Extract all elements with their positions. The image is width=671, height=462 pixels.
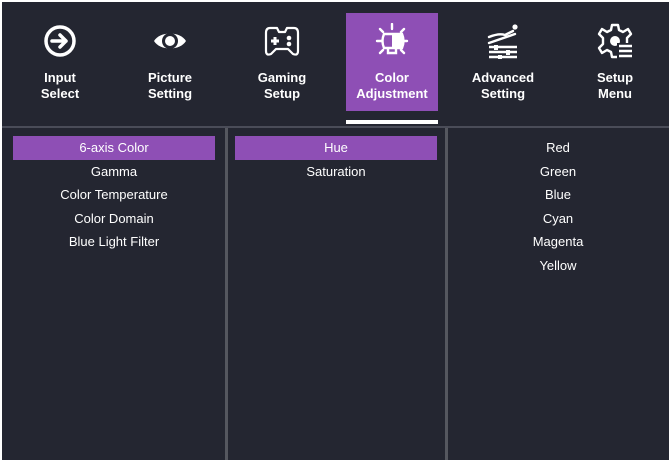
tab-setup-menu[interactable]: Setup Menu <box>569 13 661 111</box>
menu-item-6-axis-color[interactable]: 6-axis Color <box>13 136 215 160</box>
option-yellow[interactable]: Yellow <box>457 254 659 278</box>
tab-input-select[interactable]: Input Select <box>14 13 106 111</box>
menu-item-gamma[interactable]: Gamma <box>13 160 215 184</box>
tab-label: Input Select <box>40 70 80 101</box>
input-select-icon <box>42 23 78 59</box>
osd-menu: Input Select Picture Setting Gaming Setu… <box>2 2 669 460</box>
option-blue[interactable]: Blue <box>457 183 659 207</box>
tab-color-adjustment[interactable]: Color Adjustment <box>346 13 438 111</box>
column-divider <box>445 128 448 460</box>
tab-advanced-setting[interactable]: Advanced Setting <box>457 13 549 111</box>
eye-icon <box>152 23 188 59</box>
advanced-icon <box>485 23 521 59</box>
tab-label: Picture Setting <box>147 70 193 101</box>
tab-picture-setting[interactable]: Picture Setting <box>124 13 216 111</box>
color-adjust-icon <box>374 23 410 59</box>
main-menu-list: 6-axis Color Gamma Color Temperature Col… <box>13 136 215 254</box>
gamepad-icon <box>264 23 300 59</box>
tab-label: Advanced Setting <box>471 70 535 101</box>
option-magenta[interactable]: Magenta <box>457 230 659 254</box>
header-divider <box>2 126 669 128</box>
tab-label: Gaming Setup <box>257 70 307 101</box>
tab-gaming-setup[interactable]: Gaming Setup <box>236 13 328 111</box>
tab-label: Color Adjustment <box>356 70 428 101</box>
menu-item-color-domain[interactable]: Color Domain <box>13 207 215 231</box>
options-list: Red Green Blue Cyan Magenta Yellow <box>457 136 659 277</box>
active-tab-indicator <box>346 120 438 124</box>
submenu-item-hue[interactable]: Hue <box>235 136 437 160</box>
option-red[interactable]: Red <box>457 136 659 160</box>
option-cyan[interactable]: Cyan <box>457 207 659 231</box>
column-divider <box>225 128 228 460</box>
gear-icon <box>597 23 633 59</box>
tab-bar: Input Select Picture Setting Gaming Setu… <box>2 2 669 124</box>
option-green[interactable]: Green <box>457 160 659 184</box>
menu-item-blue-light-filter[interactable]: Blue Light Filter <box>13 230 215 254</box>
submenu-item-saturation[interactable]: Saturation <box>235 160 437 184</box>
menu-item-color-temperature[interactable]: Color Temperature <box>13 183 215 207</box>
submenu-list: Hue Saturation <box>235 136 437 183</box>
tab-label: Setup Menu <box>596 70 634 101</box>
